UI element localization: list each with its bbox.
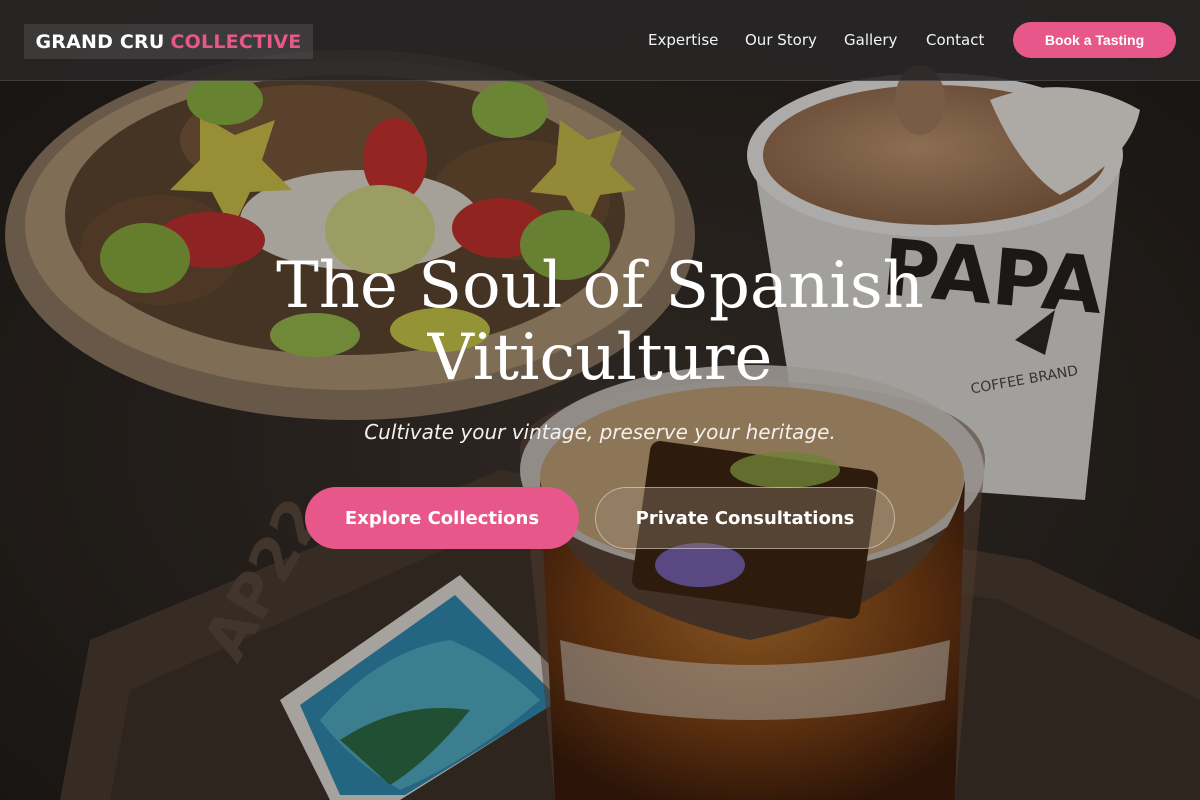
nav-link-gallery[interactable]: Gallery <box>844 31 897 49</box>
nav-link-contact[interactable]: Contact <box>926 31 984 49</box>
nav-link-our-story[interactable]: Our Story <box>745 31 817 49</box>
hero-title-line1: The Soul of Spanish <box>276 249 924 323</box>
hero-title-line2: Viticulture <box>427 321 773 395</box>
top-navigation: GRAND CRU COLLECTIVE Expertise Our Story… <box>0 0 1200 81</box>
brand-name-part1: GRAND CRU <box>35 30 165 53</box>
book-tasting-button[interactable]: Book a Tasting <box>1013 22 1176 58</box>
brand-logo[interactable]: GRAND CRU COLLECTIVE <box>24 24 313 59</box>
hero-section: AP22 PAPA COFFEE BRAND GRAND CRU COLLECT… <box>0 0 1200 800</box>
private-consultations-button[interactable]: Private Consultations <box>595 487 895 549</box>
hero-title: The Soul of Spanish Viticulture <box>0 250 1200 394</box>
hero-overlay <box>0 0 1200 800</box>
explore-collections-button[interactable]: Explore Collections <box>305 487 579 549</box>
nav-link-expertise[interactable]: Expertise <box>648 31 718 49</box>
brand-name-part2: COLLECTIVE <box>170 30 302 53</box>
hero-subtitle: Cultivate your vintage, preserve your he… <box>364 420 836 444</box>
